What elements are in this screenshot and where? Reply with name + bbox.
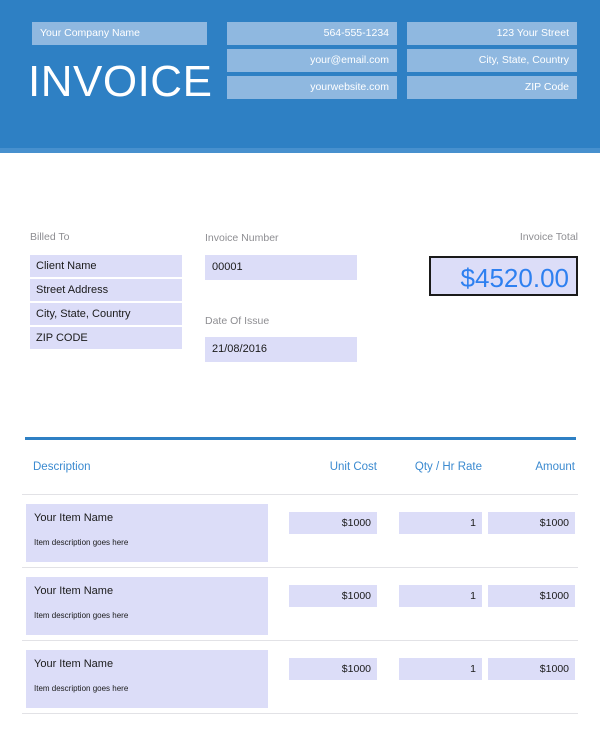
invoice-total-label: Invoice Total (519, 231, 578, 243)
contact-info-column-right: 123 Your Street City, State, Country ZIP… (407, 22, 577, 103)
date-of-issue-field[interactable]: 21/08/2016 (205, 337, 357, 362)
row-separator (22, 713, 578, 714)
client-street-text: Street Address (36, 284, 109, 296)
column-header-qty-hr-rate: Qty / Hr Rate (414, 461, 482, 473)
item-name-text: Your Item Name (34, 658, 114, 670)
website-text: yourwebsite.com (310, 81, 389, 93)
item-unit-cost-field[interactable]: $1000 (289, 585, 377, 607)
item-qty-text: 1 (470, 517, 476, 529)
contact-info-column-left: 564-555-1234 your@email.com yourwebsite.… (227, 22, 397, 103)
item-amount-field[interactable]: $1000 (488, 585, 575, 607)
item-description-text: Item description goes here (34, 684, 129, 693)
invoice-total-amount: $4520.00 (460, 263, 569, 293)
item-amount-text: $1000 (539, 590, 569, 602)
item-name-text: Your Item Name (34, 585, 114, 597)
email-text: your@email.com (310, 54, 389, 66)
table-header-row: Description Unit Cost Qty / Hr Rate Amou… (0, 461, 600, 477)
item-unit-cost-field[interactable]: $1000 (289, 658, 377, 680)
table-row: Your Item Name Item description goes her… (0, 504, 600, 562)
city-state-country-field[interactable]: City, State, Country (407, 49, 577, 72)
city-state-country-text: City, State, Country (478, 54, 569, 66)
row-separator (22, 494, 578, 495)
company-name-text: Your Company Name (40, 27, 140, 39)
page-title: INVOICE (28, 57, 213, 106)
header-underline (0, 148, 600, 153)
invoice-total-box: $4520.00 (429, 256, 578, 296)
item-qty-text: 1 (470, 663, 476, 675)
item-description-text: Item description goes here (34, 538, 129, 547)
item-qty-field[interactable]: 1 (399, 658, 482, 680)
client-zip-field[interactable]: ZIP CODE (30, 327, 182, 351)
item-unit-cost-field[interactable]: $1000 (289, 512, 377, 534)
billed-to-group: Client Name Street Address City, State, … (30, 255, 182, 351)
item-unit-cost-text: $1000 (341, 663, 371, 675)
phone-field[interactable]: 564-555-1234 (227, 22, 397, 45)
row-separator (22, 640, 578, 641)
item-description-field[interactable]: Your Item Name Item description goes her… (26, 504, 268, 562)
date-of-issue-text: 21/08/2016 (212, 343, 268, 355)
item-qty-field[interactable]: 1 (399, 512, 482, 534)
item-amount-field[interactable]: $1000 (488, 512, 575, 534)
table-row: Your Item Name Item description goes her… (0, 650, 600, 708)
client-city-text: City, State, Country (36, 308, 131, 320)
column-header-amount: Amount (535, 461, 575, 473)
item-qty-field[interactable]: 1 (399, 585, 482, 607)
item-qty-text: 1 (470, 590, 476, 602)
client-street-field[interactable]: Street Address (30, 279, 182, 303)
item-description-field[interactable]: Your Item Name Item description goes her… (26, 577, 268, 635)
item-amount-field[interactable]: $1000 (488, 658, 575, 680)
item-unit-cost-text: $1000 (341, 590, 371, 602)
table-row: Your Item Name Item description goes her… (0, 577, 600, 635)
street-text: 123 Your Street (496, 27, 569, 39)
column-header-description: Description (33, 461, 91, 473)
client-city-field[interactable]: City, State, Country (30, 303, 182, 327)
item-description-text: Item description goes here (34, 611, 129, 620)
street-field[interactable]: 123 Your Street (407, 22, 577, 45)
table-top-rule (25, 437, 576, 440)
website-field[interactable]: yourwebsite.com (227, 76, 397, 99)
client-name-text: Client Name (36, 260, 97, 272)
date-of-issue-label: Date Of Issue (205, 315, 270, 327)
column-header-unit-cost: Unit Cost (329, 461, 377, 473)
invoice-number-field[interactable]: 00001 (205, 255, 357, 280)
row-separator (22, 567, 578, 568)
item-amount-text: $1000 (539, 663, 569, 675)
item-description-field[interactable]: Your Item Name Item description goes her… (26, 650, 268, 708)
client-name-field[interactable]: Client Name (30, 255, 182, 279)
phone-text: 564-555-1234 (323, 27, 389, 39)
invoice-number-text: 00001 (212, 261, 243, 273)
client-zip-text: ZIP CODE (36, 332, 88, 344)
item-amount-text: $1000 (539, 517, 569, 529)
company-name-field[interactable]: Your Company Name (32, 22, 207, 45)
item-unit-cost-text: $1000 (341, 517, 371, 529)
zip-code-field[interactable]: ZIP Code (407, 76, 577, 99)
email-field[interactable]: your@email.com (227, 49, 397, 72)
zip-code-text: ZIP Code (524, 81, 569, 93)
item-name-text: Your Item Name (34, 512, 114, 524)
